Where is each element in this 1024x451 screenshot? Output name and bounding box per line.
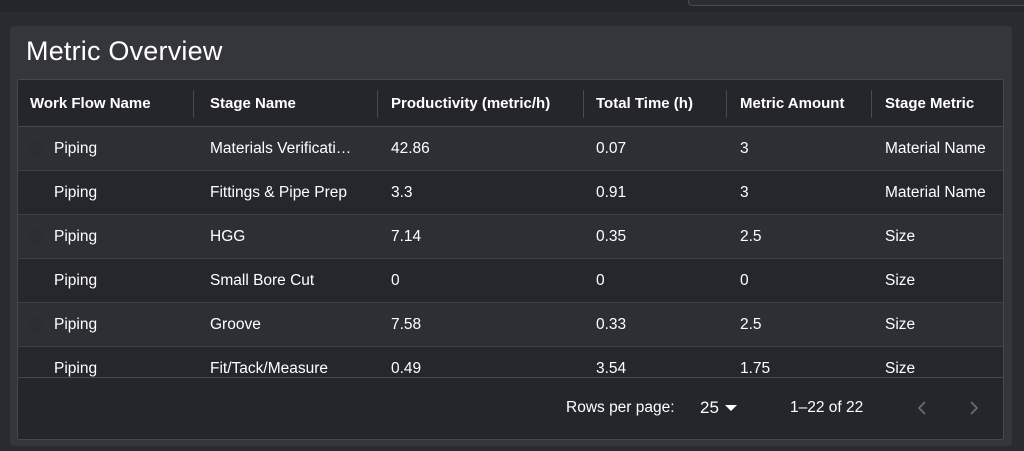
cell-workflow-name: Piping <box>54 140 98 157</box>
pagination-footer: Rows per page: 25 1–22 of 22 <box>18 377 1003 439</box>
cell-stage-metric: Material Name <box>885 184 986 201</box>
column-separator[interactable] <box>726 90 727 118</box>
cell-total-time: 0.33 <box>596 316 627 333</box>
cell-total-time: 0.35 <box>596 228 627 245</box>
cell-workflow-name: Piping <box>54 316 98 333</box>
cell-productivity: 42.86 <box>391 140 430 157</box>
cell-total-time: 0.07 <box>596 140 627 157</box>
pagination-range: 1–22 of 22 <box>790 399 864 416</box>
caret-down-icon[interactable] <box>724 405 737 411</box>
row-checkbox[interactable] <box>29 142 43 156</box>
next-page-button[interactable] <box>961 394 987 422</box>
column-separator[interactable] <box>583 90 584 118</box>
table-row[interactable]: Piping Materials Verificati… 42.86 0.07 … <box>18 127 1003 171</box>
column-header-stage-name[interactable]: Stage Name <box>210 80 296 127</box>
cell-productivity: 0 <box>391 272 400 289</box>
cell-workflow-name: Piping <box>54 184 98 201</box>
rows-per-page-value[interactable]: 25 <box>700 398 719 418</box>
cell-stage-metric: Size <box>885 272 916 289</box>
grid-header: Work Flow Name Stage Name Productivity (… <box>18 80 1003 127</box>
chevron-left-icon <box>918 401 926 415</box>
table-row[interactable]: Piping Fit/Tack/Measure 0.49 3.54 1.75 S… <box>18 347 1003 377</box>
cell-workflow-name: Piping <box>54 360 98 377</box>
column-header-total-time[interactable]: Total Time (h) <box>596 80 693 127</box>
column-header-metric-amount[interactable]: Metric Amount <box>740 80 844 127</box>
cell-metric-amount: 1.75 <box>740 360 771 377</box>
cell-productivity: 0.49 <box>391 360 422 377</box>
cell-total-time: 3.54 <box>596 360 627 377</box>
cell-stage-name: Groove <box>210 316 261 333</box>
cell-total-time: 0.91 <box>596 184 627 201</box>
cell-stage-name: Materials Verificati… <box>210 140 352 157</box>
table-row[interactable]: Piping Groove 7.58 0.33 2.5 Size <box>18 303 1003 347</box>
chevron-right-icon <box>970 401 978 415</box>
rows-per-page-select[interactable]: 25 <box>700 396 737 420</box>
cell-metric-amount: 0 <box>740 272 749 289</box>
cell-metric-amount: 2.5 <box>740 316 762 333</box>
panel-title: Metric Overview <box>26 36 223 66</box>
cell-productivity: 7.58 <box>391 316 422 333</box>
grid-body: Piping Materials Verificati… 42.86 0.07 … <box>18 127 1003 377</box>
column-header-stage-metric[interactable]: Stage Metric <box>885 80 974 127</box>
column-separator[interactable] <box>377 90 378 118</box>
cell-workflow-name: Piping <box>54 228 98 245</box>
cell-stage-name: Fit/Tack/Measure <box>210 360 329 377</box>
cell-stage-metric: Size <box>885 316 916 333</box>
rows-per-page-label: Rows per page: <box>566 399 675 416</box>
column-separator[interactable] <box>193 90 194 118</box>
tab-edge <box>688 0 1024 6</box>
table-row[interactable]: Piping HGG 7.14 0.35 2.5 Size <box>18 215 1003 259</box>
cell-stage-name: Fittings & Pipe Prep <box>210 184 347 201</box>
cell-metric-amount: 2.5 <box>740 228 762 245</box>
cell-stage-name: Small Bore Cut <box>210 272 315 289</box>
column-separator[interactable] <box>871 90 872 118</box>
cell-metric-amount: 3 <box>740 184 749 201</box>
cell-stage-name: HGG <box>210 228 246 245</box>
column-header-productivity[interactable]: Productivity (metric/h) <box>391 80 550 127</box>
cell-productivity: 7.14 <box>391 228 422 245</box>
row-checkbox[interactable] <box>29 318 43 332</box>
column-header-workflow-name[interactable]: Work Flow Name <box>30 80 151 127</box>
cell-stage-metric: Material Name <box>885 140 986 157</box>
metric-overview-panel: Metric Overview Work Flow Name Stage Nam… <box>10 26 1012 446</box>
cell-metric-amount: 3 <box>740 140 749 157</box>
cell-stage-metric: Size <box>885 228 916 245</box>
previous-page-button[interactable] <box>909 394 935 422</box>
cell-stage-metric: Size <box>885 360 916 377</box>
top-strip <box>0 0 1024 12</box>
cell-productivity: 3.3 <box>391 184 413 201</box>
table-row[interactable]: Piping Fittings & Pipe Prep 3.3 0.91 3 M… <box>18 171 1003 215</box>
cell-workflow-name: Piping <box>54 272 98 289</box>
row-checkbox[interactable] <box>29 230 43 244</box>
table-row[interactable]: Piping Small Bore Cut 0 0 0 Size <box>18 259 1003 303</box>
data-grid: Work Flow Name Stage Name Productivity (… <box>17 79 1004 440</box>
cell-total-time: 0 <box>596 272 605 289</box>
